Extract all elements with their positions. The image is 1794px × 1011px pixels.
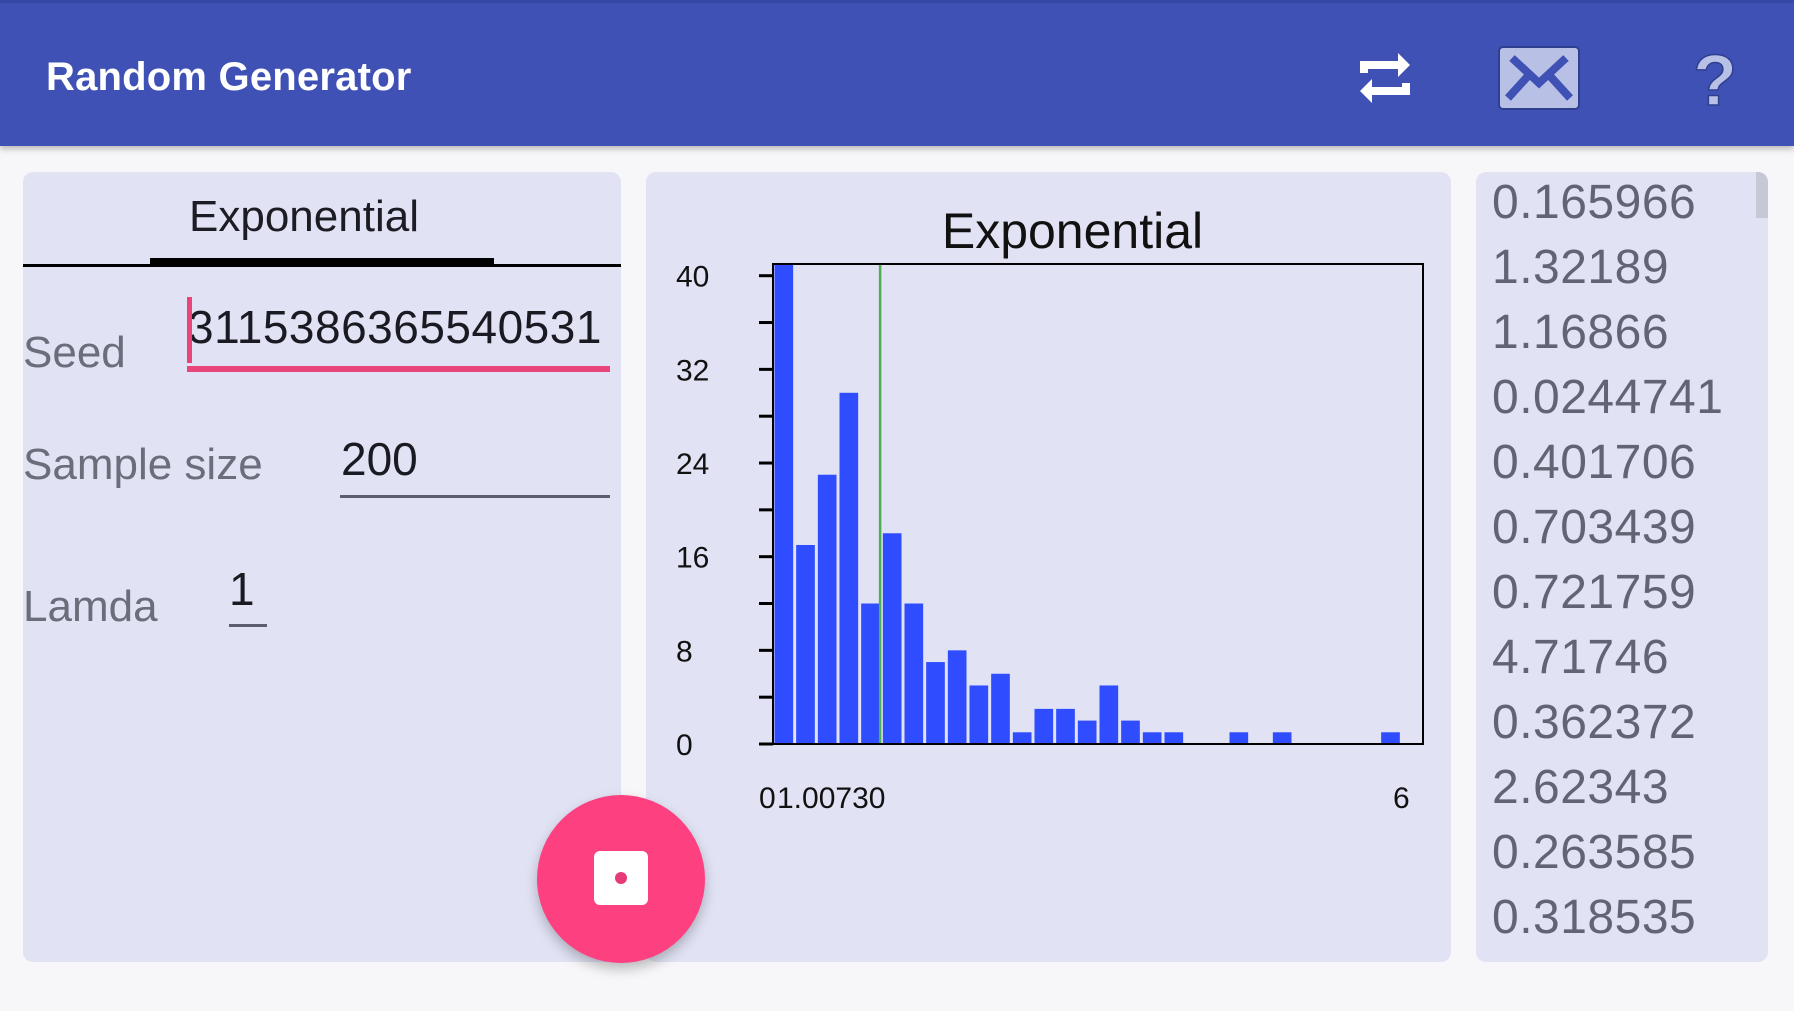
histogram-bar <box>1034 708 1054 744</box>
lamda-input[interactable] <box>229 562 269 616</box>
x-tick-label: 0 <box>759 782 776 815</box>
x-axis: 0 1.00730 6 <box>759 782 1410 815</box>
y-tick-label: 40 <box>676 261 709 294</box>
histogram-panel: Exponential 0 8 16 24 32 40 0 1.00730 6 <box>646 172 1451 962</box>
value-item: 0.401706 <box>1492 436 1697 489</box>
histogram-bar <box>839 392 859 744</box>
bars-group <box>774 264 1400 744</box>
lamda-underline <box>229 624 267 627</box>
histogram-bar <box>1099 685 1119 744</box>
histogram-bar <box>1229 732 1249 744</box>
histogram-bar <box>774 264 794 744</box>
sample-size-label: Sample size <box>23 440 263 489</box>
y-tick-label: 0 <box>676 729 693 762</box>
value-item: 1.16866 <box>1492 306 1670 359</box>
value-item: 4.71746 <box>1492 631 1670 684</box>
value-item: 0.362372 <box>1492 696 1697 749</box>
histogram-bar <box>1142 732 1162 744</box>
histogram-bar <box>969 685 989 744</box>
text-cursor <box>187 297 192 363</box>
seed-input[interactable] <box>188 300 638 354</box>
histogram-bar <box>796 544 815 744</box>
value-item: 1.32189 <box>1492 241 1670 294</box>
histogram-bar <box>817 474 837 744</box>
histogram-bar <box>1164 732 1184 744</box>
y-tick-label: 8 <box>676 635 693 668</box>
tab-exponential-label: Exponential <box>189 192 419 241</box>
histogram-bar <box>861 603 880 744</box>
dice-dot <box>615 872 627 884</box>
generate-button[interactable] <box>537 795 705 963</box>
y-tick-label: 16 <box>676 542 709 575</box>
mail-icon[interactable] <box>1498 46 1580 110</box>
value-item: 0.0244741 <box>1492 371 1724 424</box>
repeat-icon[interactable] <box>1350 43 1420 113</box>
histogram-bar <box>1381 732 1400 744</box>
histogram-bar <box>1121 720 1140 744</box>
x-tick-label: 6 <box>1393 782 1410 815</box>
value-item: 0.318535 <box>1492 891 1697 944</box>
histogram-bar <box>1012 732 1032 744</box>
value-item: 2.62343 <box>1492 761 1670 814</box>
seed-label: Seed <box>23 328 126 377</box>
value-item: 0.721759 <box>1492 566 1697 619</box>
histogram-bar <box>947 650 967 744</box>
parameters-panel: Exponential <box>23 172 621 962</box>
y-tick-label: 24 <box>676 448 709 481</box>
values-panel: 0.165966 1.32189 1.16866 0.0244741 0.401706 0… <box>1476 172 1768 962</box>
help-icon[interactable]: ? <box>1680 40 1750 122</box>
values-list[interactable]: 0.165966 1.32189 1.16866 0.0244741 0.401706 0… <box>1492 172 1723 950</box>
tab-indicator <box>150 258 494 266</box>
app-title: Random Generator <box>46 55 412 99</box>
histogram-bar <box>1077 720 1097 744</box>
histogram-bar <box>1056 708 1075 744</box>
scrollbar[interactable] <box>1756 172 1768 218</box>
dice-icon <box>594 851 648 905</box>
value-item: 0.703439 <box>1492 501 1697 554</box>
histogram-bar <box>991 673 1010 744</box>
histogram-bar <box>1272 732 1292 744</box>
x-tick-label: 1.00730 <box>777 782 885 815</box>
sample-size-input[interactable] <box>341 432 601 486</box>
seed-underline <box>187 366 610 372</box>
tab-exponential[interactable]: Exponential <box>23 192 621 242</box>
y-axis: 0 8 16 24 32 40 <box>676 261 773 762</box>
histogram-chart: 0816243240 0 1.00730 6 <box>676 261 1424 815</box>
lamda-label: Lamda <box>23 582 158 631</box>
sample-size-underline <box>340 495 610 498</box>
value-item: 0.263585 <box>1492 826 1697 879</box>
histogram-bar <box>904 603 924 744</box>
histogram-bar <box>882 533 902 744</box>
value-item: 0.165966 <box>1492 176 1697 229</box>
app-bar: Random Generator ? <box>0 0 1794 146</box>
y-tick-label: 32 <box>676 354 709 387</box>
svg-text:?: ? <box>1693 43 1737 113</box>
histogram-bar <box>926 662 945 744</box>
